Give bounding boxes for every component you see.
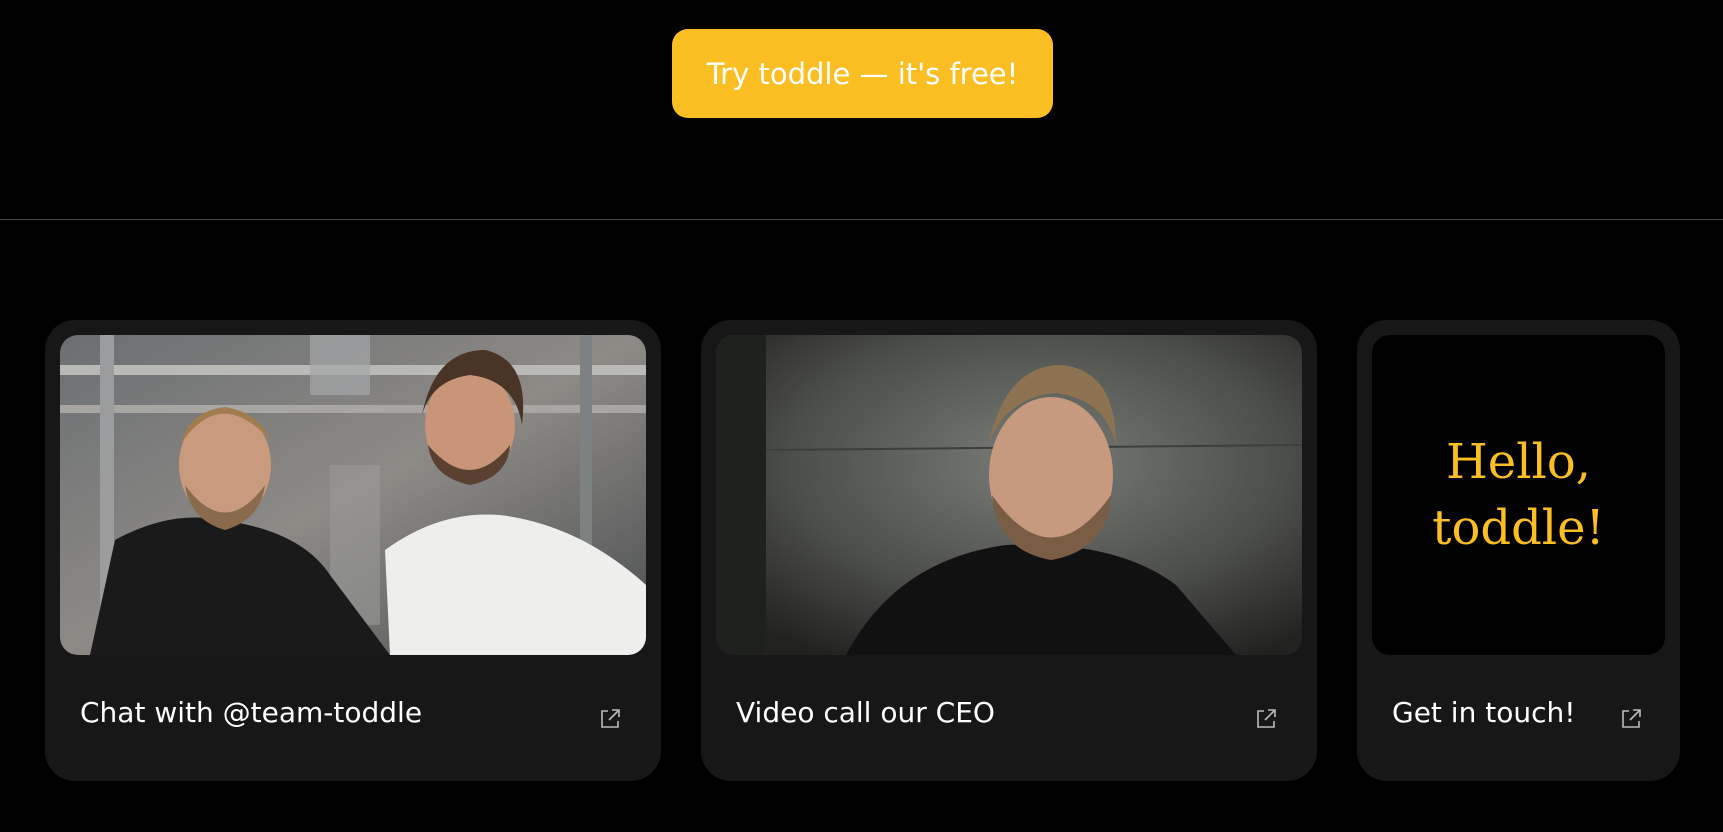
try-toddle-button[interactable]: Try toddle — it's free! [672,29,1053,118]
external-link-icon [601,709,620,728]
get-in-touch-card[interactable]: Hello, toddle! Get in touch! [1357,320,1680,781]
video-call-card[interactable]: Video call our CEO [701,320,1317,781]
video-call-label: Video call our CEO [736,696,995,729]
chat-team-label: Chat with @team-toddle [80,696,423,729]
get-in-touch-label: Get in touch! [1392,696,1576,729]
greeting-line-1: Hello, [1445,434,1592,490]
hello-toddle-panel: Hello, toddle! [1372,335,1665,655]
founders-photo [60,335,646,655]
chat-team-card[interactable]: Chat with @team-toddle [45,320,661,781]
external-link-icon [1257,709,1276,728]
page: Try toddle — it's free! Chat with @team-… [0,0,1723,832]
greeting-line-2: toddle! [1432,500,1605,556]
section-divider [0,219,1723,220]
external-link-icon [1622,709,1641,728]
hello-toddle-text: Hello, toddle! [1372,335,1665,655]
ceo-photo [716,335,1302,655]
